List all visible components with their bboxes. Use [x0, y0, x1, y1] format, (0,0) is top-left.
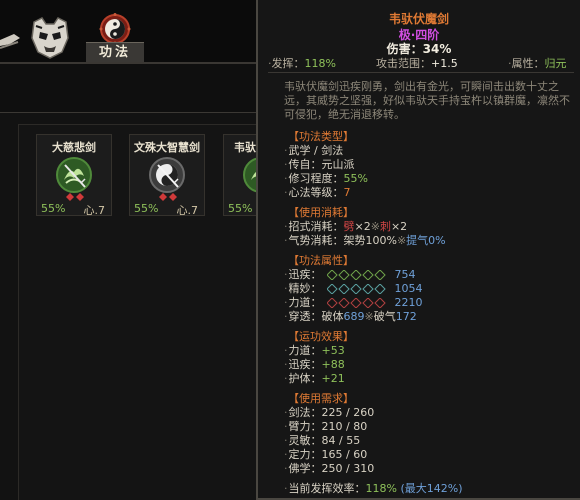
lidao-diamond-meter [327, 298, 386, 308]
skill-card-dacibeijian[interactable]: 大慈悲剑 55% 心.7 [36, 134, 112, 217]
xunji-diamond-meter [327, 270, 386, 280]
taiji-sword-orb-icon [149, 157, 185, 193]
partial-tab-icon [0, 34, 20, 49]
skill-level: 心.7 [176, 204, 199, 217]
skill-progress: 55% [41, 202, 66, 215]
skill-name: 文殊大智慧剑 [134, 141, 200, 154]
skill-tooltip: 韦驮伏魔剑 极·四阶 伤害：34% ·发挥：118% 攻击范围：+1.5 ·属性… [256, 0, 580, 500]
taiji-icon [99, 13, 131, 45]
stat-divider [268, 72, 574, 73]
skill-progress: 55% [134, 202, 159, 215]
attr-label: ·属性：归元 [508, 57, 567, 70]
attr-row-pierce: ·穿透：破体689※破气172 [284, 310, 417, 323]
green-sword-orb-icon [56, 157, 92, 193]
skill-level: 心.7 [83, 204, 106, 217]
tab-gongfa[interactable]: 功法 [86, 42, 144, 62]
play-label: ·发挥：118% [268, 57, 336, 70]
skill-card-wenshu[interactable]: 文殊大智慧剑 55% 心.7 [129, 134, 205, 217]
type-row: ·心法等级：7 [284, 186, 351, 199]
skill-title: 韦驮伏魔剑 [388, 12, 449, 26]
tab-mask[interactable] [28, 14, 72, 60]
skill-grade-pips [66, 193, 84, 201]
efficiency-line: ·当前发挥效率：118% (最大142%) [284, 482, 463, 495]
skill-progress: 55% [228, 202, 253, 215]
mask-icon [31, 17, 69, 59]
req-row: ·佛学：250 / 310 [284, 462, 375, 475]
skill-description: 韦驮伏魔剑迅疾刚勇，剑出有金光，可瞬间击出数十丈之远，其威势之坚强，好似韦驮天手… [284, 80, 570, 121]
jingmiao-diamond-meter [327, 284, 386, 294]
skill-name: 大慈悲剑 [52, 141, 96, 154]
tab-partial-left[interactable] [0, 18, 22, 58]
skill-grade-pips [159, 193, 177, 201]
range-label: 攻击范围：+1.5 [376, 57, 458, 70]
stat-row: ·发挥：118% 攻击范围：+1.5 ·属性：归元 [268, 55, 574, 71]
cost-stance-row: ·气势消耗：架势100%※提气0% [284, 234, 446, 247]
effect-row: ·护体：+21 [284, 372, 345, 385]
